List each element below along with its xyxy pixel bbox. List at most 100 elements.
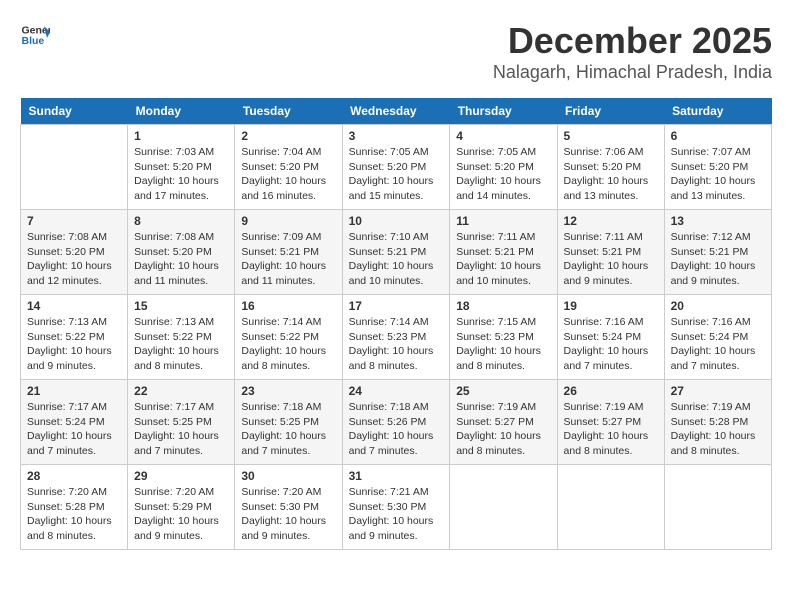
calendar-cell: 16 Sunrise: 7:14 AM Sunset: 5:22 PM Dayli…: [235, 295, 342, 380]
title-section: December 2025 Nalagarh, Himachal Pradesh…: [493, 20, 772, 83]
day-info: Sunrise: 7:07 AM Sunset: 5:20 PM Dayligh…: [671, 145, 765, 204]
weekday-header-row: SundayMondayTuesdayWednesdayThursdayFrid…: [21, 98, 772, 125]
calendar-cell: 22Sunrise: 7:17 AM Sunset: 5:25 PM Dayli…: [128, 380, 235, 465]
day-number: 8: [134, 214, 228, 228]
day-info: Sunrise: 7:04 AM Sunset: 5:20 PM Dayligh…: [241, 145, 335, 204]
day-info: Sunrise: 7:05 AM Sunset: 5:20 PM Dayligh…: [456, 145, 550, 204]
calendar-table: SundayMondayTuesdayWednesdayThursdayFrid…: [20, 98, 772, 550]
calendar-cell: 10 Sunrise: 7:10 AM Sunset: 5:21 PM Dayli…: [342, 210, 450, 295]
calendar-cell: 31Sunrise: 7:21 AM Sunset: 5:30 PM Dayli…: [342, 465, 450, 550]
calendar-cell: 6 Sunrise: 7:07 AM Sunset: 5:20 PM Daylig…: [664, 125, 771, 210]
calendar-cell: 3 Sunrise: 7:05 AM Sunset: 5:20 PM Daylig…: [342, 125, 450, 210]
location-title: Nalagarh, Himachal Pradesh, India: [493, 62, 772, 83]
calendar-cell: 21 Sunrise: 7:17 AM Sunset: 5:24 PM Dayli…: [21, 380, 128, 465]
day-number: 17: [349, 299, 444, 313]
week-row-1: 1Sunrise: 7:03 AM Sunset: 5:20 PM Daylig…: [21, 125, 772, 210]
weekday-header-thursday: Thursday: [450, 98, 557, 125]
day-info: Sunrise: 7:14 AM Sunset: 5:23 PM Dayligh…: [349, 315, 444, 374]
calendar-cell: [21, 125, 128, 210]
week-row-3: 14 Sunrise: 7:13 AM Sunset: 5:22 PM Dayli…: [21, 295, 772, 380]
page-header: General Blue December 2025 Nalagarh, Him…: [20, 20, 772, 88]
calendar-cell: 19Sunrise: 7:16 AM Sunset: 5:24 PM Dayli…: [557, 295, 664, 380]
day-number: 9: [241, 214, 335, 228]
day-number: 16: [241, 299, 335, 313]
day-number: 7: [27, 214, 121, 228]
day-number: 23: [241, 384, 335, 398]
day-info: Sunrise: 7:12 AM Sunset: 5:21 PM Dayligh…: [671, 230, 765, 289]
calendar-cell: 20 Sunrise: 7:16 AM Sunset: 5:24 PM Dayli…: [664, 295, 771, 380]
day-info: Sunrise: 7:20 AM Sunset: 5:28 PM Dayligh…: [27, 485, 121, 544]
day-info: Sunrise: 7:06 AM Sunset: 5:20 PM Dayligh…: [564, 145, 658, 204]
weekday-header-tuesday: Tuesday: [235, 98, 342, 125]
day-info: Sunrise: 7:17 AM Sunset: 5:24 PM Dayligh…: [27, 400, 121, 459]
day-info: Sunrise: 7:19 AM Sunset: 5:28 PM Dayligh…: [671, 400, 765, 459]
day-info: Sunrise: 7:14 AM Sunset: 5:22 PM Dayligh…: [241, 315, 335, 374]
day-info: Sunrise: 7:19 AM Sunset: 5:27 PM Dayligh…: [456, 400, 550, 459]
day-number: 31: [349, 469, 444, 483]
day-info: Sunrise: 7:13 AM Sunset: 5:22 PM Dayligh…: [134, 315, 228, 374]
day-info: Sunrise: 7:19 AM Sunset: 5:27 PM Dayligh…: [564, 400, 658, 459]
day-number: 13: [671, 214, 765, 228]
day-info: Sunrise: 7:17 AM Sunset: 5:25 PM Dayligh…: [134, 400, 228, 459]
day-number: 3: [349, 129, 444, 143]
day-number: 30: [241, 469, 335, 483]
day-info: Sunrise: 7:11 AM Sunset: 5:21 PM Dayligh…: [564, 230, 658, 289]
calendar-cell: 12 Sunrise: 7:11 AM Sunset: 5:21 PM Dayli…: [557, 210, 664, 295]
day-number: 29: [134, 469, 228, 483]
calendar-cell: 1Sunrise: 7:03 AM Sunset: 5:20 PM Daylig…: [128, 125, 235, 210]
calendar-cell: 15 Sunrise: 7:13 AM Sunset: 5:22 PM Dayli…: [128, 295, 235, 380]
weekday-header-sunday: Sunday: [21, 98, 128, 125]
logo-icon: General Blue: [20, 20, 50, 50]
day-number: 10: [349, 214, 444, 228]
svg-text:Blue: Blue: [22, 35, 45, 47]
day-number: 27: [671, 384, 765, 398]
calendar-cell: 7 Sunrise: 7:08 AM Sunset: 5:20 PM Daylig…: [21, 210, 128, 295]
calendar-cell: 14 Sunrise: 7:13 AM Sunset: 5:22 PM Dayli…: [21, 295, 128, 380]
day-number: 2: [241, 129, 335, 143]
day-number: 15: [134, 299, 228, 313]
calendar-cell: 5 Sunrise: 7:06 AM Sunset: 5:20 PM Daylig…: [557, 125, 664, 210]
day-info: Sunrise: 7:08 AM Sunset: 5:20 PM Dayligh…: [134, 230, 228, 289]
calendar-cell: 8 Sunrise: 7:08 AM Sunset: 5:20 PM Daylig…: [128, 210, 235, 295]
day-info: Sunrise: 7:18 AM Sunset: 5:26 PM Dayligh…: [349, 400, 444, 459]
day-info: Sunrise: 7:20 AM Sunset: 5:29 PM Dayligh…: [134, 485, 228, 544]
day-number: 18: [456, 299, 550, 313]
day-number: 25: [456, 384, 550, 398]
calendar-cell: 11Sunrise: 7:11 AM Sunset: 5:21 PM Dayli…: [450, 210, 557, 295]
calendar-cell: [557, 465, 664, 550]
day-number: 12: [564, 214, 658, 228]
calendar-cell: 25 Sunrise: 7:19 AM Sunset: 5:27 PM Dayli…: [450, 380, 557, 465]
week-row-4: 21 Sunrise: 7:17 AM Sunset: 5:24 PM Dayli…: [21, 380, 772, 465]
day-number: 6: [671, 129, 765, 143]
week-row-5: 28Sunrise: 7:20 AM Sunset: 5:28 PM Dayli…: [21, 465, 772, 550]
day-number: 20: [671, 299, 765, 313]
calendar-cell: [450, 465, 557, 550]
day-number: 21: [27, 384, 121, 398]
calendar-cell: 26 Sunrise: 7:19 AM Sunset: 5:27 PM Dayli…: [557, 380, 664, 465]
calendar-cell: 2 Sunrise: 7:04 AM Sunset: 5:20 PM Daylig…: [235, 125, 342, 210]
month-title: December 2025: [493, 20, 772, 62]
day-number: 24: [349, 384, 444, 398]
day-info: Sunrise: 7:10 AM Sunset: 5:21 PM Dayligh…: [349, 230, 444, 289]
day-info: Sunrise: 7:13 AM Sunset: 5:22 PM Dayligh…: [27, 315, 121, 374]
calendar-cell: 13 Sunrise: 7:12 AM Sunset: 5:21 PM Dayli…: [664, 210, 771, 295]
day-info: Sunrise: 7:05 AM Sunset: 5:20 PM Dayligh…: [349, 145, 444, 204]
calendar-cell: 30Sunrise: 7:20 AM Sunset: 5:30 PM Dayli…: [235, 465, 342, 550]
weekday-header-friday: Friday: [557, 98, 664, 125]
calendar-cell: 4Sunrise: 7:05 AM Sunset: 5:20 PM Daylig…: [450, 125, 557, 210]
weekday-header-wednesday: Wednesday: [342, 98, 450, 125]
calendar-cell: 23 Sunrise: 7:18 AM Sunset: 5:25 PM Dayli…: [235, 380, 342, 465]
day-number: 14: [27, 299, 121, 313]
day-info: Sunrise: 7:16 AM Sunset: 5:24 PM Dayligh…: [671, 315, 765, 374]
calendar-cell: 28Sunrise: 7:20 AM Sunset: 5:28 PM Dayli…: [21, 465, 128, 550]
weekday-header-monday: Monday: [128, 98, 235, 125]
day-info: Sunrise: 7:16 AM Sunset: 5:24 PM Dayligh…: [564, 315, 658, 374]
day-number: 1: [134, 129, 228, 143]
weekday-header-saturday: Saturday: [664, 98, 771, 125]
day-info: Sunrise: 7:08 AM Sunset: 5:20 PM Dayligh…: [27, 230, 121, 289]
day-info: Sunrise: 7:18 AM Sunset: 5:25 PM Dayligh…: [241, 400, 335, 459]
day-info: Sunrise: 7:11 AM Sunset: 5:21 PM Dayligh…: [456, 230, 550, 289]
day-number: 5: [564, 129, 658, 143]
day-number: 26: [564, 384, 658, 398]
calendar-cell: 24 Sunrise: 7:18 AM Sunset: 5:26 PM Dayli…: [342, 380, 450, 465]
